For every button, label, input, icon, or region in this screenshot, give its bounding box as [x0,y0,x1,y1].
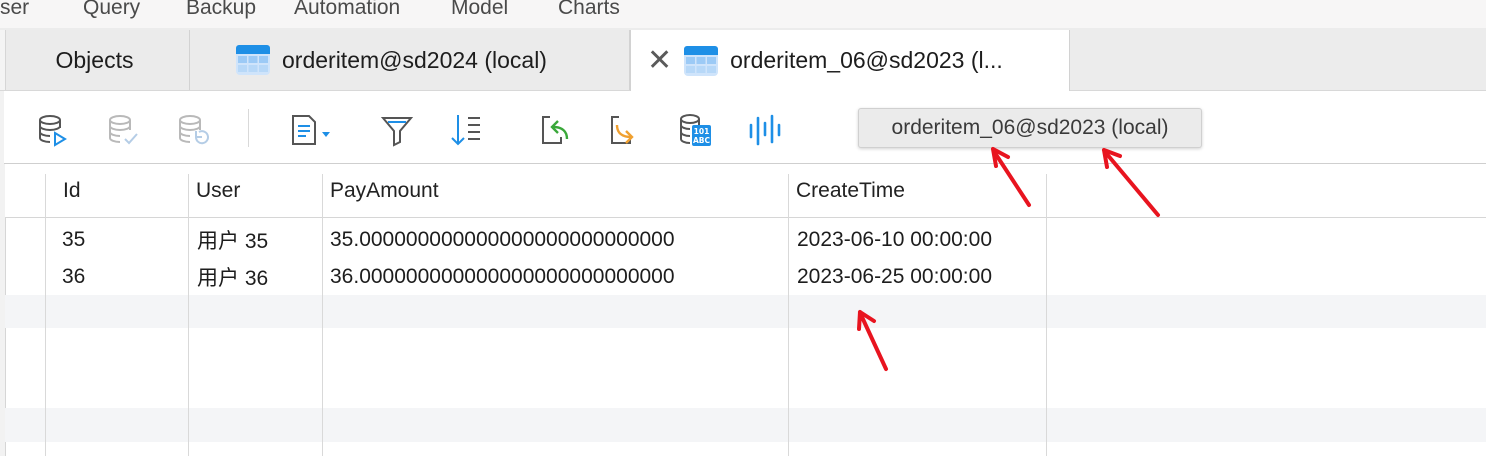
column-divider [45,174,46,456]
empty-row [5,328,1486,408]
sort-icon[interactable] [448,113,482,147]
cell-createtime[interactable]: 2023-06-25 00:00:00 [797,258,992,295]
grid-header: Id User PayAmount CreateTime [5,164,1486,218]
filter-icon[interactable] [380,113,414,147]
column-header-payamount[interactable]: PayAmount [330,164,439,217]
data-generation-icon[interactable]: 101 ABC [678,113,712,147]
annotation-arrow [1102,148,1160,217]
tab-objects[interactable]: Objects [0,30,190,90]
export-icon[interactable] [607,113,641,147]
column-header-id[interactable]: Id [63,164,81,217]
tab-tooltip: orderitem_06@sd2023 (local) [858,108,1202,148]
column-divider [322,174,323,456]
table-row[interactable]: 35 用户 35 35.000000000000000000000000000 … [5,221,1486,258]
commit-icon[interactable] [106,113,140,147]
column-header-user[interactable]: User [196,164,240,217]
annotation-arrow [857,310,888,371]
table-row[interactable]: 36 用户 36 36.000000000000000000000000000 … [5,258,1486,295]
cell-user[interactable]: 用户 36 [197,258,268,295]
toolbar-separator [248,109,249,147]
table-icon [684,45,719,76]
data-toolbar: 101 ABC [4,91,1486,164]
tab-orderitem-06-sd2023[interactable]: ✕ orderitem_06@sd2023 (l... [630,30,1070,91]
cell-id[interactable]: 35 [62,221,85,258]
tab-bar-edge [0,30,6,90]
tab-label: orderitem@sd2024 (local) [282,46,547,73]
table-icon [236,45,270,75]
run-query-icon[interactable] [36,113,70,147]
chart-icon[interactable] [748,113,782,147]
tab-label: orderitem_06@sd2023 (l... [730,47,1003,73]
tab-bar: Objects orderitem@sd2024 (local) ✕ order… [0,28,1486,91]
cell-createtime[interactable]: 2023-06-10 00:00:00 [797,221,992,258]
close-tab-icon[interactable]: ✕ [647,45,672,76]
cell-user[interactable]: 用户 35 [197,221,268,258]
column-divider [188,174,189,456]
svg-text:ABC: ABC [693,136,711,145]
text-format-icon[interactable] [289,113,335,147]
column-divider [788,174,789,456]
rollback-icon[interactable] [176,113,210,147]
cell-id[interactable]: 36 [62,258,85,295]
tab-label: Objects [55,46,134,73]
menu-item-model[interactable]: Model [451,0,508,20]
menu-item-browser[interactable]: ser [0,0,29,20]
column-divider [1046,174,1047,456]
import-icon[interactable] [538,113,572,147]
annotation-arrow [991,147,1031,207]
menu-item-charts[interactable]: Charts [558,0,620,20]
tab-orderitem-sd2024[interactable]: orderitem@sd2024 (local) [190,30,630,90]
data-grid: Id User PayAmount CreateTime 35 用户 35 35… [5,164,1486,456]
empty-row [5,295,1486,328]
menu-bar: ser Query Backup Automation Model Charts [0,0,1486,28]
menu-item-automation[interactable]: Automation [294,0,400,20]
svg-text:101: 101 [694,127,710,136]
menu-item-query[interactable]: Query [83,0,140,20]
empty-row [5,408,1486,442]
menu-item-backup[interactable]: Backup [186,0,256,20]
column-header-createtime[interactable]: CreateTime [796,164,905,217]
cell-payamount[interactable]: 36.000000000000000000000000000 [330,258,675,295]
cell-payamount[interactable]: 35.000000000000000000000000000 [330,221,675,258]
